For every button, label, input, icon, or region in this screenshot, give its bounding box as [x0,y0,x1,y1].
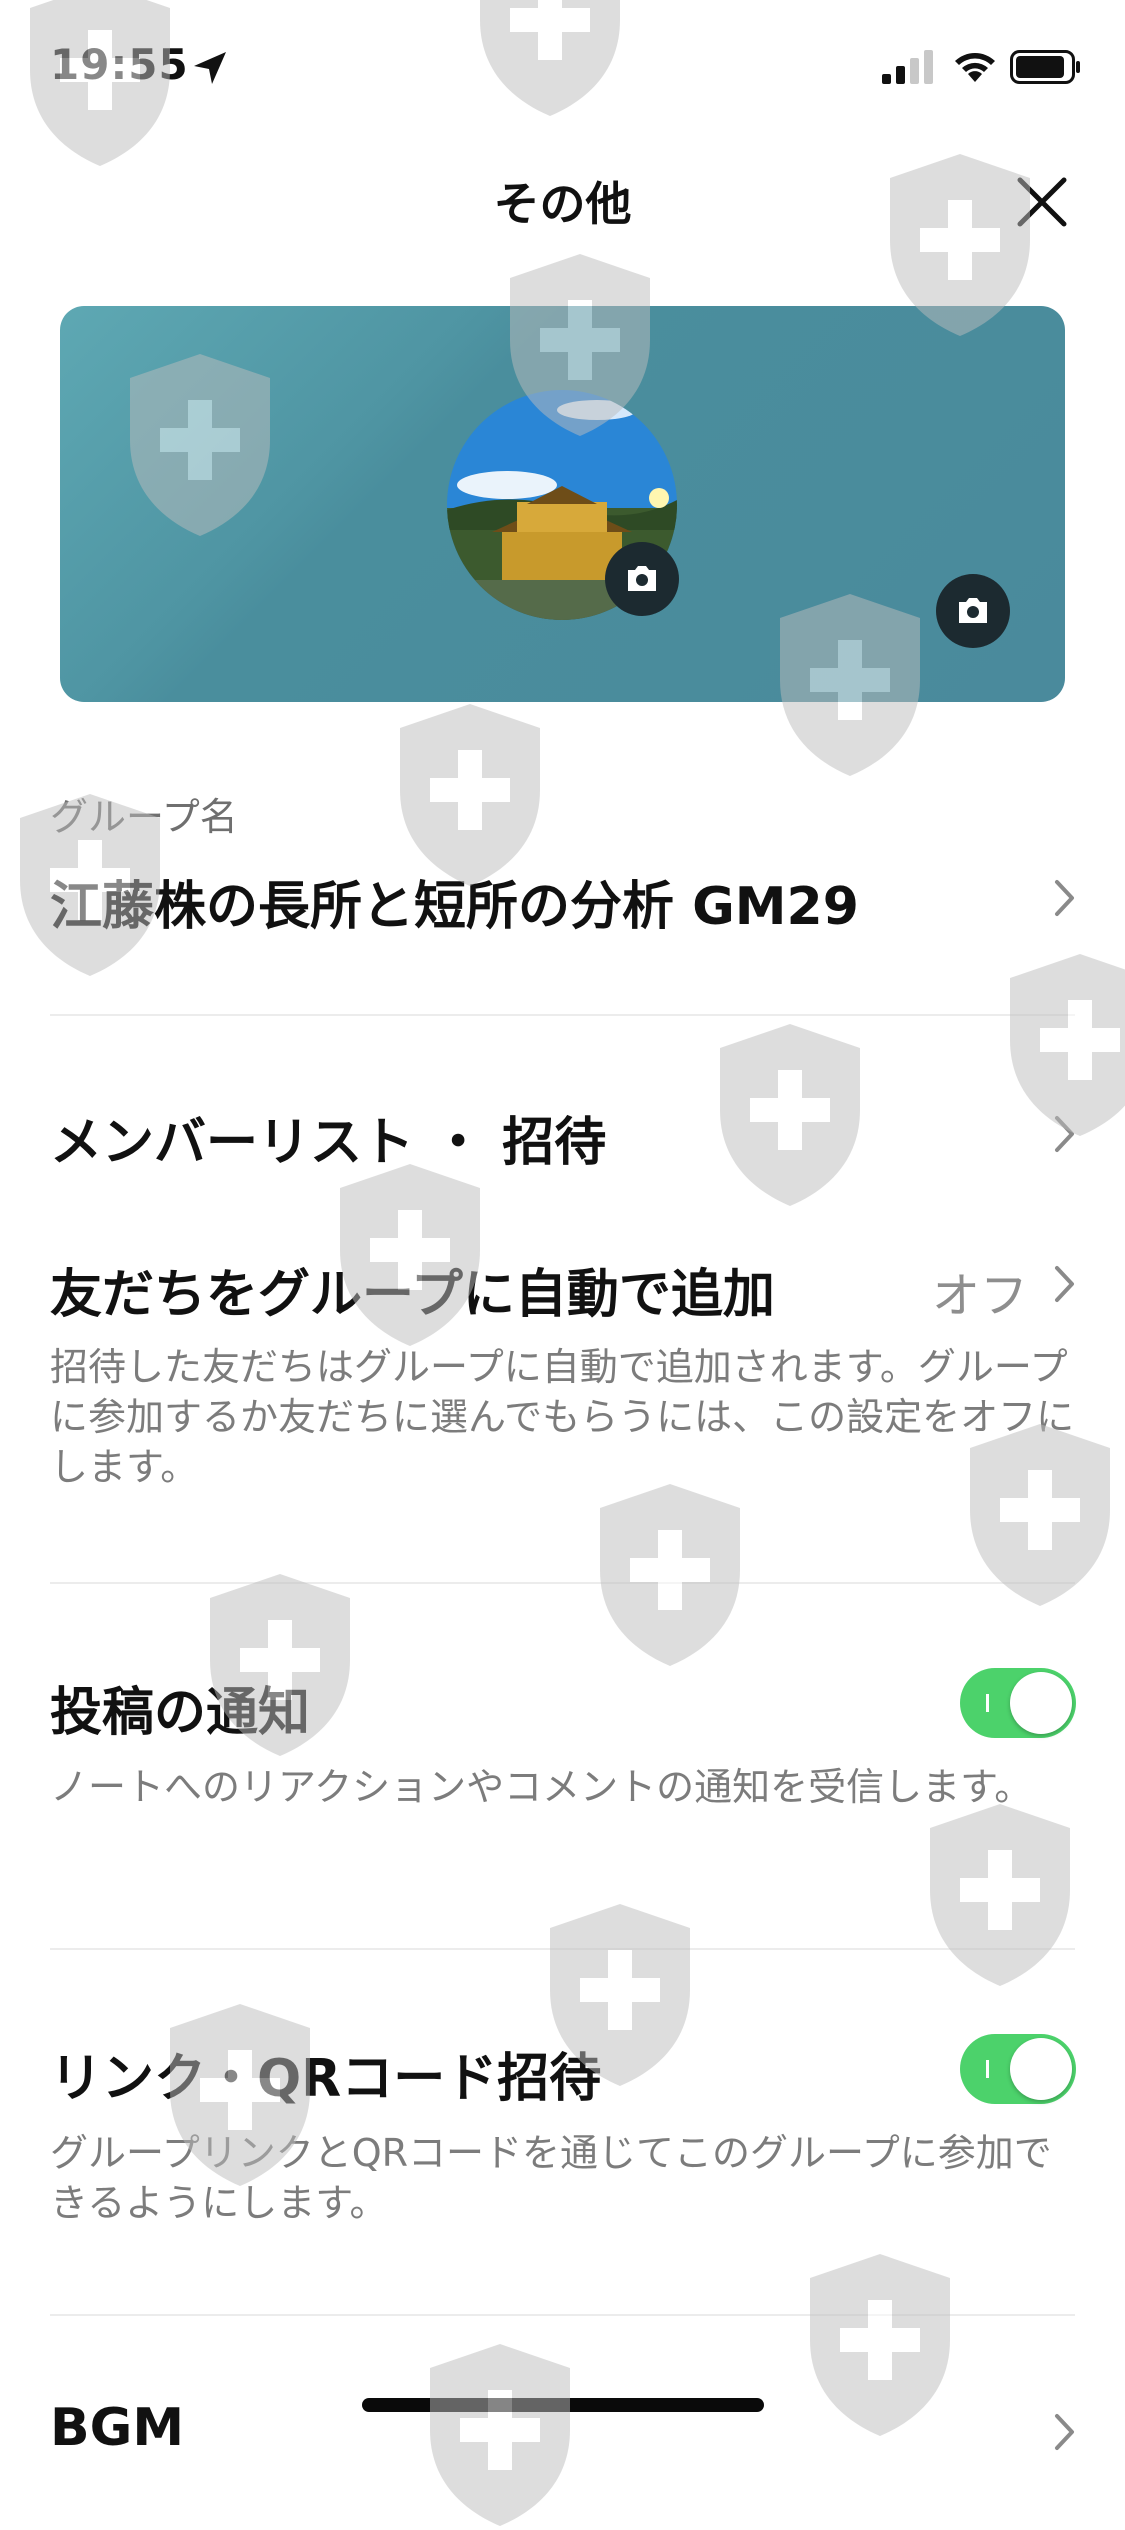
avatar-camera-button[interactable] [605,542,679,616]
chevron-right-icon[interactable] [1050,1262,1080,1306]
auto-add-friends-value[interactable]: オフ [932,1256,1028,1326]
camera-icon [959,598,987,623]
post-notification-toggle[interactable] [960,1668,1076,1738]
post-notification-description: ノートへのリアクションやコメントの通知を受信します。 [50,1765,1033,1809]
member-list-invite-row[interactable]: メンバーリスト ・ 招待 [50,1100,606,1175]
toggle-knob [1010,2038,1072,2100]
chevron-right-icon[interactable] [1050,2410,1080,2454]
divider [50,2314,1075,2316]
link-qr-invite-toggle[interactable] [960,2034,1076,2104]
link-qr-invite-title: リンク・QRコード招待 [50,2049,602,2109]
chevron-right-icon[interactable] [1050,876,1080,920]
page-title: その他 [493,177,632,231]
auto-add-friends-title[interactable]: 友だちをグループに自動で追加 [50,1252,775,1327]
status-time: 19:55 [50,40,189,89]
shield-watermark-icon [720,1024,860,1206]
cover-camera-button[interactable] [936,574,1010,648]
wifi-icon [955,53,995,82]
camera-icon [628,566,656,591]
shield-watermark-icon [400,704,540,886]
group-name-label: グループ名 [50,795,238,839]
home-indicator [362,2398,764,2412]
shield-watermark-icon [930,1804,1070,1986]
shield-watermark-icon [430,2344,570,2526]
auto-add-friends-description: 招待した友だちはグループに自動で追加されます。グループに参加するか友だちに選んで… [50,1345,1075,1489]
shield-watermark-icon [480,0,620,116]
shield-watermark-icon [810,2254,950,2436]
post-notification-title: 投稿の通知 [50,1683,311,1743]
shield-watermark-icon [600,1484,740,1666]
toggle-on-mark [986,1694,989,1712]
divider [50,1014,1075,1016]
divider [50,1948,1075,1950]
toggle-on-mark [986,2060,989,2078]
close-icon[interactable] [1010,170,1074,234]
divider [50,1582,1075,1584]
link-qr-invite-description: グループリンクとQRコードを通じてこのグループに参加できるようにします。 [50,2131,1052,2225]
toggle-knob [1010,1672,1072,1734]
battery-icon [1010,50,1080,84]
group-name-value[interactable]: 江藤株の長所と短所の分析 GM29 [50,864,859,939]
chevron-right-icon[interactable] [1050,1112,1080,1156]
cellular-signal-icon [882,50,933,84]
location-arrow-icon [194,52,226,84]
bgm-row[interactable]: BGM [50,2398,184,2458]
